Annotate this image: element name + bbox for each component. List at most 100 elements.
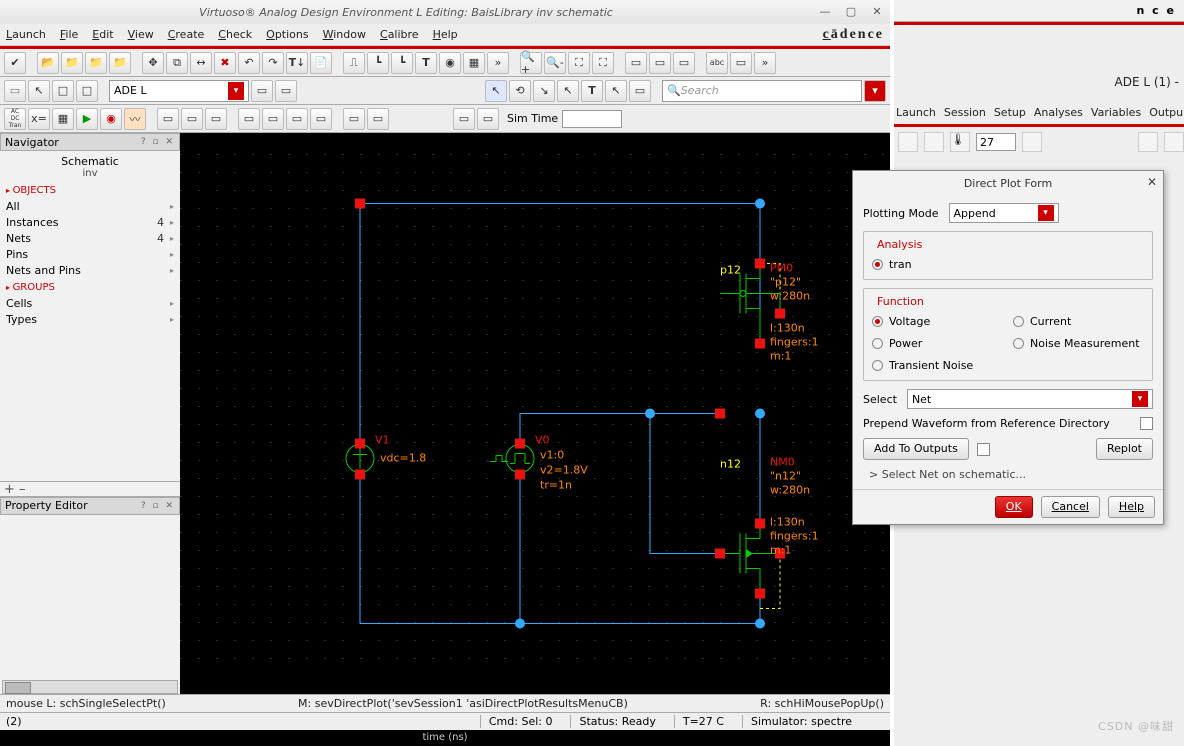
abc-icon[interactable]: abc <box>706 52 728 74</box>
label-icon[interactable]: T <box>415 52 437 74</box>
add-to-outputs-button[interactable]: Add To Outputs <box>863 438 969 460</box>
dialog-title[interactable]: Direct Plot Form✕ <box>853 171 1163 195</box>
temp-input[interactable] <box>976 133 1016 151</box>
copy-icon[interactable]: ⧉ <box>166 52 188 74</box>
pointer-icon[interactable]: ↖ <box>28 80 50 102</box>
plotting-mode-select[interactable]: Append▾ <box>949 203 1059 223</box>
prepend-checkbox[interactable] <box>1140 417 1153 430</box>
zoom-fit-icon[interactable]: ⛶ <box>568 52 590 74</box>
zoom-in-icon[interactable]: 🔍+ <box>520 52 542 74</box>
outputs-icon[interactable]: ▦ <box>52 108 74 130</box>
minimize-icon[interactable]: — <box>814 3 836 21</box>
dropdown-knob-icon[interactable]: ▾ <box>228 82 244 100</box>
toolbar-icon[interactable] <box>1138 132 1158 152</box>
adel-dropdown[interactable]: ADE L ▾ <box>109 80 249 102</box>
tool-icon[interactable]: ▭ <box>730 52 752 74</box>
toolbar-icon[interactable] <box>1022 132 1042 152</box>
close-icon[interactable]: ✕ <box>866 3 888 21</box>
redo-icon[interactable]: ↷ <box>262 52 284 74</box>
delete-icon[interactable]: ✖ <box>214 52 236 74</box>
tool-icon[interactable]: ▭ <box>181 108 203 130</box>
maximize-icon[interactable]: ▢ <box>840 3 862 21</box>
radio-power[interactable]: Power <box>872 334 1003 352</box>
nav-group-groups[interactable]: GROUPS <box>6 282 174 293</box>
tool-icon[interactable]: ⟲ <box>509 80 531 102</box>
tool-icon[interactable]: ↘ <box>533 80 555 102</box>
tool-icon[interactable]: ▭ <box>367 108 389 130</box>
nav-row-all[interactable]: All <box>6 198 174 214</box>
pointer-icon[interactable]: ↖ <box>605 80 627 102</box>
nav-row-instances[interactable]: Instances4 <box>6 214 174 230</box>
adel-menubar[interactable]: LaunchSessionSetupAnalysesVariablesOutpu <box>894 103 1184 123</box>
menu-check[interactable]: Check <box>218 28 252 41</box>
tool-icon[interactable]: ▭ <box>262 108 284 130</box>
instance-icon[interactable]: ⎍ <box>343 52 365 74</box>
tool-icon[interactable]: □ <box>76 80 98 102</box>
nav-row-cells[interactable]: Cells <box>6 295 174 311</box>
search-input[interactable]: Search <box>662 80 862 102</box>
wire-icon[interactable]: ┗ <box>367 52 389 74</box>
tool-icon[interactable]: ▭ <box>310 108 332 130</box>
menu-create[interactable]: Create <box>168 28 205 41</box>
folder-icon[interactable]: 📁 <box>85 52 107 74</box>
pointer-icon[interactable]: ↖ <box>557 80 579 102</box>
cancel-button[interactable]: Cancel <box>1041 496 1100 518</box>
menu-calibre[interactable]: Calibre <box>380 28 419 41</box>
toolbar-icon[interactable] <box>924 132 944 152</box>
radio-transient-noise[interactable]: Transient Noise <box>872 356 1003 374</box>
folder-icon[interactable]: 📁 <box>109 52 131 74</box>
nav-row-nets[interactable]: Nets4 <box>6 230 174 246</box>
tool-icon[interactable]: ▭ <box>275 80 297 102</box>
save-icon[interactable]: ✔ <box>4 52 26 74</box>
replot-button[interactable]: Replot <box>1096 438 1153 460</box>
add-to-outputs-checkbox[interactable] <box>977 443 990 456</box>
text-icon[interactable]: T <box>581 80 603 102</box>
search-knob-icon[interactable]: ▾ <box>864 80 886 102</box>
menu-options[interactable]: Options <box>266 28 308 41</box>
tool-icon[interactable]: ▭ <box>453 108 475 130</box>
tool-icon[interactable]: ▭ <box>286 108 308 130</box>
close-icon[interactable]: ✕ <box>1147 175 1157 189</box>
zoom-sel-icon[interactable]: ⛶ <box>592 52 614 74</box>
stop-icon[interactable]: ◉ <box>100 108 122 130</box>
ok-button[interactable]: OK <box>995 496 1033 518</box>
tool-icon[interactable]: ▭ <box>673 52 695 74</box>
menu-help[interactable]: Help <box>433 28 458 41</box>
tool-icon[interactable]: ▭ <box>205 108 227 130</box>
property-icon[interactable]: 📄 <box>310 52 332 74</box>
open-icon[interactable]: 📂 <box>37 52 59 74</box>
vars-icon[interactable]: x= <box>28 108 50 130</box>
plot-icon[interactable]: 〰 <box>124 108 146 130</box>
radio-tran[interactable]: tran <box>872 255 1144 273</box>
property-editor-header[interactable]: Property Editor? ▫ ✕ <box>0 497 180 515</box>
simtime-input[interactable] <box>562 110 622 128</box>
tool-icon[interactable]: ▭ <box>649 52 671 74</box>
toolbar-icon[interactable] <box>1164 132 1184 152</box>
tool-icon[interactable]: ▭ <box>629 80 651 102</box>
toolbar-icon[interactable] <box>898 132 918 152</box>
zoom-out-icon[interactable]: 🔍- <box>544 52 566 74</box>
nav-group-objects[interactable]: OBJECTS <box>6 185 174 196</box>
menubar[interactable]: Launch File Edit View Create Check Optio… <box>0 24 890 46</box>
help-button[interactable]: Help <box>1108 496 1155 518</box>
play-icon[interactable]: ▶ <box>76 108 98 130</box>
undo-icon[interactable]: ↶ <box>238 52 260 74</box>
nav-row-netspins[interactable]: Nets and Pins <box>6 262 174 278</box>
menu-view[interactable]: View <box>128 28 154 41</box>
folder-icon[interactable]: 📁 <box>61 52 83 74</box>
menu-edit[interactable]: Edit <box>92 28 113 41</box>
tool-icon[interactable]: □ <box>52 80 74 102</box>
acdc-icon[interactable]: ACDCTran <box>4 108 26 130</box>
text-icon[interactable]: T↓ <box>286 52 308 74</box>
radio-current[interactable]: Current <box>1013 312 1144 330</box>
nav-row-types[interactable]: Types <box>6 311 174 327</box>
scrollbar-h[interactable] <box>2 680 178 694</box>
nav-row-pins[interactable]: Pins <box>6 246 174 262</box>
navigator-header[interactable]: Navigator? ▫ ✕ <box>0 133 180 151</box>
block-icon[interactable]: ▦ <box>463 52 485 74</box>
tool-icon[interactable]: ▭ <box>625 52 647 74</box>
stretch-icon[interactable]: ↔ <box>190 52 212 74</box>
thermometer-icon[interactable]: 🌡 <box>950 132 970 152</box>
radio-noise[interactable]: Noise Measurement <box>1013 334 1144 352</box>
tool-icon[interactable]: ▭ <box>477 108 499 130</box>
